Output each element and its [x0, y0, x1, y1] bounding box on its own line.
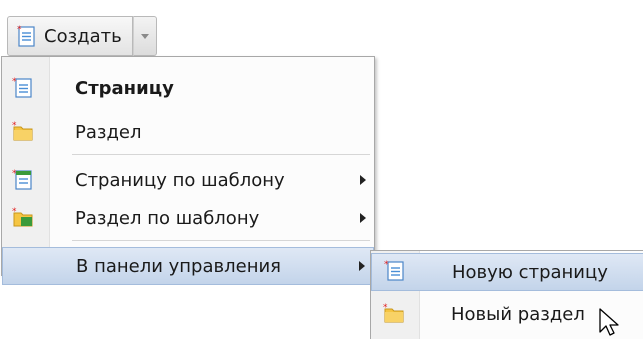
menu-item-label: В панели управления: [76, 256, 281, 277]
svg-text:*: *: [12, 77, 17, 87]
svg-text:*: *: [12, 169, 17, 179]
new-page-icon: *: [12, 77, 32, 98]
new-page-icon: *: [384, 260, 404, 281]
menu-item-label: Раздел: [75, 122, 142, 143]
create-dropdown-arrow[interactable]: [132, 16, 157, 56]
folder-template-icon: *: [12, 207, 33, 227]
svg-text:*: *: [17, 25, 22, 35]
submenu-item-label: Новый раздел: [451, 304, 585, 325]
new-folder-icon: *: [12, 121, 33, 141]
chevron-down-icon: [140, 33, 149, 39]
menu-item-page-from-template[interactable]: * Страницу по шаблону: [2, 161, 374, 199]
page-template-icon: *: [12, 169, 32, 190]
create-menu: * Страницу * Раздел * Страницу по шаблон…: [1, 56, 375, 285]
svg-text:*: *: [12, 207, 17, 217]
chevron-right-icon: [359, 261, 365, 271]
svg-text:*: *: [383, 303, 388, 313]
new-folder-icon: *: [383, 303, 404, 323]
svg-text:*: *: [384, 260, 389, 270]
submenu-item-new-page[interactable]: * Новую страницу: [371, 253, 643, 291]
menu-item-section-from-template[interactable]: * Раздел по шаблону: [2, 199, 374, 237]
create-split-button[interactable]: * Создать: [7, 16, 157, 56]
create-button[interactable]: * Создать: [7, 16, 133, 56]
menu-item-label: Страницу: [75, 78, 174, 99]
menu-separator: [72, 154, 370, 155]
svg-text:*: *: [12, 121, 17, 131]
submenu-item-label: Новую страницу: [452, 262, 608, 283]
create-button-label: Создать: [44, 25, 122, 47]
menu-item-label: Страницу по шаблону: [75, 170, 285, 191]
menu-item-page[interactable]: * Страницу: [2, 69, 374, 107]
menu-item-section[interactable]: * Раздел: [2, 113, 374, 151]
new-page-icon: *: [17, 25, 35, 47]
menu-item-in-control-panel[interactable]: В панели управления: [2, 247, 374, 285]
menu-item-label: Раздел по шаблону: [75, 208, 260, 229]
menu-separator: [72, 240, 370, 241]
chevron-right-icon: [360, 175, 366, 185]
chevron-right-icon: [360, 213, 366, 223]
mouse-cursor-icon: [599, 308, 619, 336]
